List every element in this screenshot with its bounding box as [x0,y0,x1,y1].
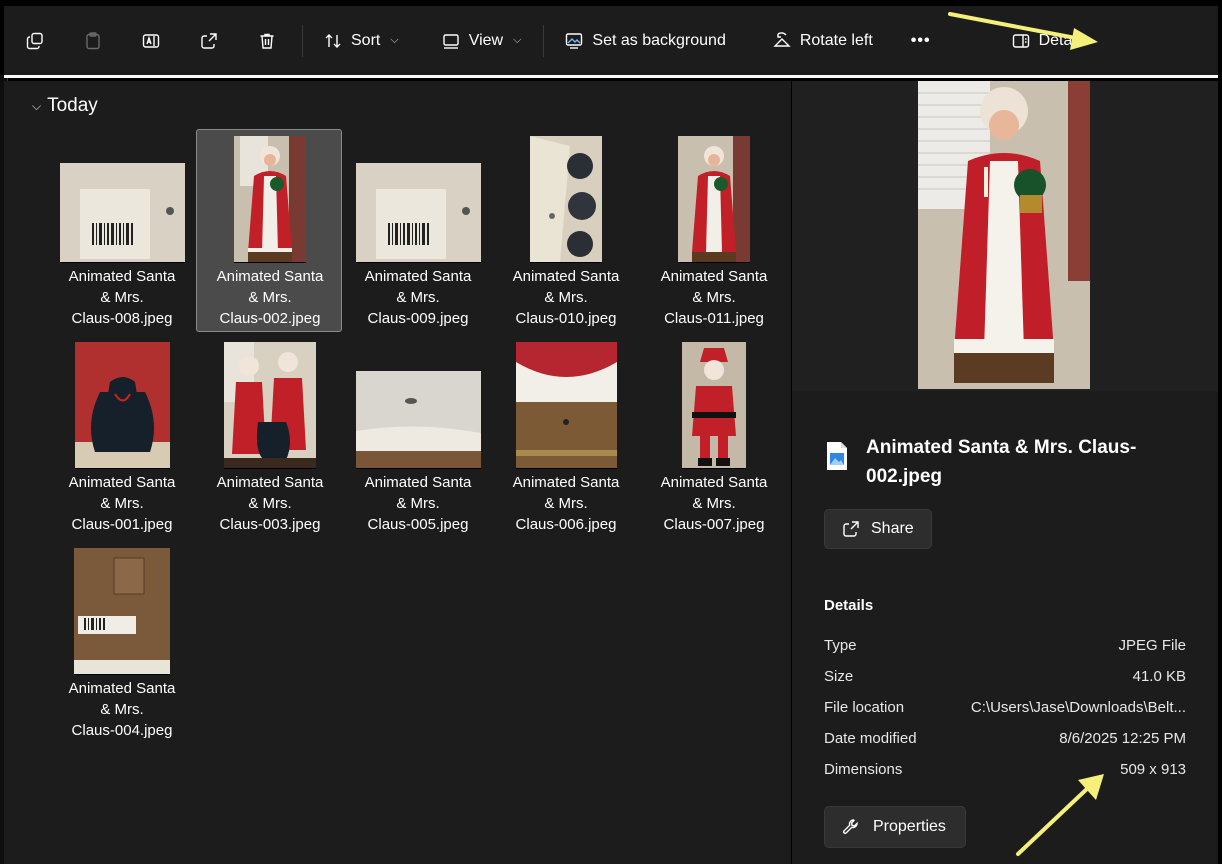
file-tile[interactable]: Animated Santa & Mrs. Claus-008.jpeg [48,129,194,332]
details-pane-button[interactable]: Details [1005,23,1094,59]
properties-label: Properties [873,818,946,835]
rotate-left-label: Rotate left [799,31,873,49]
chevron-down-icon: ⌵ [513,34,522,46]
property-row-size: Size 41.0 KB [824,668,1186,685]
sort-button[interactable]: Sort ⌵ [317,23,405,59]
property-value: 41.0 KB [1132,668,1186,685]
image-thumbnail [234,136,306,262]
command-bar: Sort ⌵ View ⌵ Set as background Rotate l… [4,6,1218,78]
delete-icon[interactable] [252,26,282,56]
details-pane-icon [1012,33,1029,48]
property-row-type: Type JPEG File [824,637,1186,654]
toolbar-separator [302,24,303,57]
file-list-pane: ⌵ Today Animated Santa & Mrs. Claus-008.jp… [4,81,791,864]
image-file-icon [827,442,847,470]
image-thumbnail [59,163,185,262]
file-tile[interactable]: Animated Santa & Mrs. Claus-006.jpeg [492,335,638,538]
view-label: View [468,31,504,49]
image-thumbnail [74,548,170,674]
selected-file-title: Animated Santa & Mrs. Claus-002.jpeg [866,437,1137,487]
property-value: 8/6/2025 12:25 PM [1059,730,1186,747]
view-button[interactable]: View ⌵ [435,23,528,59]
file-name: Animated Santa & Mrs. Claus-010.jpeg [512,268,620,327]
view-icon [442,33,459,49]
toolbar-separator [543,24,545,57]
file-name: Animated Santa & Mrs. Claus-002.jpeg [216,268,324,327]
set-as-background-button[interactable]: Set as background [558,23,731,59]
chevron-down-icon: ⌵ [390,34,399,46]
file-name: Animated Santa & Mrs. Claus-009.jpeg [364,268,472,327]
image-thumbnail [530,136,602,262]
file-tile[interactable]: Animated Santa & Mrs. Claus-009.jpeg [344,129,490,332]
rotate-left-button[interactable]: Rotate left [766,23,879,59]
sort-icon [325,33,341,48]
chevron-down-icon: ⌵ [32,98,42,113]
property-label: Date modified [824,730,917,747]
property-row-file-location: File location C:\Users\Jase\Downloads\Be… [824,699,1186,716]
file-tile[interactable]: Animated Santa & Mrs. Claus-004.jpeg [48,541,194,744]
file-name: Animated Santa & Mrs. Claus-006.jpeg [512,474,620,533]
image-thumbnail [74,342,170,468]
image-thumbnail [355,371,481,468]
file-tile[interactable]: Animated Santa & Mrs. Claus-003.jpeg [196,335,342,538]
share-button[interactable]: Share [824,509,932,549]
file-name: Animated Santa & Mrs. Claus-004.jpeg [68,680,176,739]
property-label: Size [824,668,854,685]
file-name: Animated Santa & Mrs. Claus-011.jpeg [660,268,768,327]
details-label: Details [1038,31,1088,49]
share-icon [843,521,859,537]
file-name: Animated Santa & Mrs. Claus-005.jpeg [364,474,472,533]
file-tile[interactable]: Animated Santa & Mrs. Claus-001.jpeg [48,335,194,538]
property-label: File location [824,699,905,716]
image-thumbnail [515,342,617,468]
copy-icon[interactable] [20,26,50,56]
file-name: Animated Santa & Mrs. Claus-003.jpeg [216,474,324,533]
image-thumbnail [682,342,746,468]
properties-button[interactable]: Properties [824,806,966,848]
property-label: Dimensions [824,761,903,778]
property-row-date-modified: Date modified 8/6/2025 12:25 PM [824,730,1186,747]
group-header-today[interactable]: ⌵ Today [32,95,98,117]
file-name: Animated Santa & Mrs. Claus-001.jpeg [68,474,176,533]
property-value: JPEG File [1118,637,1186,654]
property-row-dimensions: Dimensions 509 x 913 [824,761,1186,778]
more-options-button[interactable]: ••• [905,23,937,59]
group-label: Today [47,95,98,116]
share-icon[interactable] [194,26,224,56]
rename-icon[interactable] [136,26,166,56]
property-label: Type [824,637,857,654]
file-tile[interactable]: Animated Santa & Mrs. Claus-011.jpeg [640,129,786,332]
details-pane: Animated Santa & Mrs. Claus-002.jpeg Sha… [792,81,1218,864]
more-icon: ••• [910,31,931,49]
property-value[interactable]: C:\Users\Jase\Downloads\Belt... [971,699,1186,716]
file-title-row: Animated Santa & Mrs. Claus-002.jpeg [826,433,1156,491]
property-value: 509 x 913 [1120,761,1186,778]
file-tile[interactable]: Animated Santa & Mrs. Claus-005.jpeg [344,335,490,538]
paste-icon[interactable] [78,26,108,56]
details-section-heading: Details [824,597,874,614]
file-tile-selected[interactable]: Animated Santa & Mrs. Claus-002.jpeg [196,129,342,332]
sort-label: Sort [351,31,381,49]
file-name: Animated Santa & Mrs. Claus-007.jpeg [660,474,768,533]
rotate-left-icon [773,31,791,47]
image-preview [918,81,1090,389]
file-tile[interactable]: Animated Santa & Mrs. Claus-010.jpeg [492,129,638,332]
set-as-background-label: Set as background [592,31,726,49]
desktop-background-icon [566,32,583,49]
image-thumbnail [678,136,750,262]
file-tile[interactable]: Animated Santa & Mrs. Claus-007.jpeg [640,335,786,538]
wrench-icon [843,819,858,834]
image-thumbnail [355,163,481,262]
image-thumbnail [224,342,316,468]
file-name: Animated Santa & Mrs. Claus-008.jpeg [68,268,176,327]
share-label: Share [871,520,914,537]
